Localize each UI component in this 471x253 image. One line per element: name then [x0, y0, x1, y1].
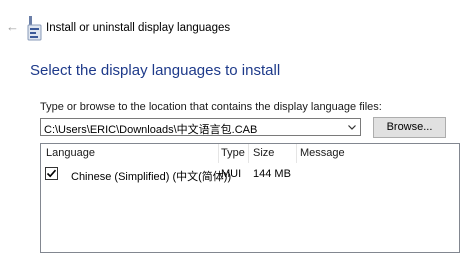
- column-divider[interactable]: [248, 144, 249, 163]
- cell-type: MUI: [221, 168, 242, 180]
- page-heading: Select the display languages to install: [30, 62, 281, 79]
- browse-button[interactable]: Browse...: [373, 117, 446, 138]
- column-divider[interactable]: [218, 144, 219, 163]
- column-header-type[interactable]: Type: [221, 147, 245, 159]
- path-prompt-label: Type or browse to the location that cont…: [40, 101, 382, 113]
- window-title: Install or uninstall display languages: [46, 22, 231, 34]
- path-value[interactable]: C:\Users\ERIC\Downloads\中文语言包.CAB: [44, 121, 257, 137]
- column-header-language[interactable]: Language: [46, 147, 95, 159]
- column-header-message[interactable]: Message: [300, 147, 345, 159]
- cell-size: 144 MB: [253, 168, 291, 180]
- chevron-down-icon[interactable]: [347, 122, 357, 132]
- title-bar: ← Install or uninstall display languages: [0, 0, 471, 55]
- back-arrow-icon[interactable]: ←: [6, 20, 20, 34]
- column-header-size[interactable]: Size: [253, 147, 274, 159]
- cell-language: Chinese (Simplified) (中文(简体)): [71, 171, 232, 183]
- table-row[interactable]: Chinese (Simplified) (中文(简体)) MUI 144 MB: [41, 165, 459, 183]
- language-checkbox[interactable]: [45, 167, 58, 180]
- display-language-icon: [27, 16, 42, 41]
- list-header: Language Type Size Message: [41, 144, 459, 163]
- column-divider[interactable]: [296, 144, 297, 163]
- language-list[interactable]: Language Type Size Message Chinese (Simp…: [40, 143, 460, 253]
- path-combobox[interactable]: C:\Users\ERIC\Downloads\中文语言包.CAB: [40, 118, 361, 136]
